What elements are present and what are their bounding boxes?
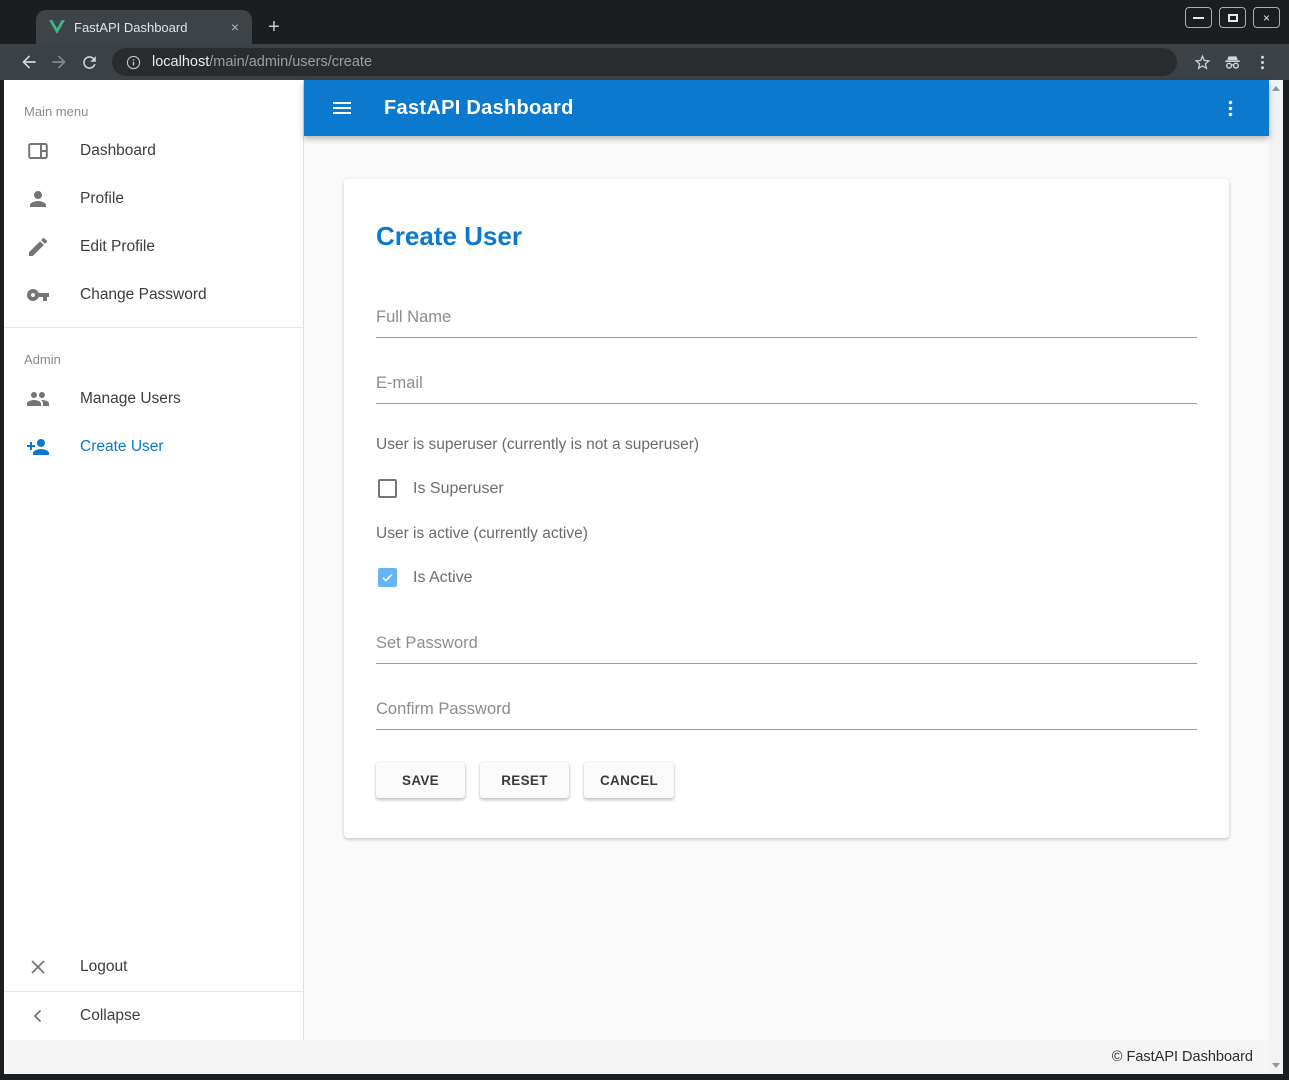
is-active-checkbox-row[interactable]: Is Active — [378, 568, 1197, 587]
sidebar-item-edit-profile[interactable]: Edit Profile — [4, 223, 303, 271]
incognito-icon — [1217, 48, 1247, 76]
vue-logo-icon — [49, 20, 65, 34]
back-button[interactable] — [14, 48, 44, 76]
checkmark-icon — [380, 570, 395, 585]
main-area: FastAPI Dashboard Create User User is su… — [304, 80, 1269, 1040]
is-superuser-checkbox[interactable] — [378, 479, 397, 498]
url-path: /main/admin/users/create — [209, 54, 372, 70]
sidebar-item-label: Create User — [80, 438, 164, 456]
sidebar-item-label: Edit Profile — [80, 238, 155, 256]
confirm-password-input[interactable] — [376, 696, 1197, 730]
sidebar-item-label: Change Password — [80, 286, 207, 304]
app-title: FastAPI Dashboard — [384, 97, 574, 120]
app-footer: © FastAPI Dashboard — [4, 1040, 1283, 1074]
scroll-up-arrow-icon[interactable] — [1272, 86, 1280, 91]
chevron-left-icon — [26, 1004, 50, 1028]
browser-menu-icon[interactable] — [1247, 48, 1277, 76]
maximize-icon — [1228, 14, 1238, 22]
people-icon — [26, 387, 50, 411]
is-superuser-checkbox-row[interactable]: Is Superuser — [378, 479, 1197, 498]
site-info-icon[interactable] — [125, 54, 142, 71]
sidebar: Main menu Dashboard Profile — [4, 80, 304, 1040]
key-icon — [26, 283, 50, 307]
create-user-card: Create User User is superuser (currently… — [344, 179, 1229, 838]
sidebar-spacer — [4, 471, 303, 943]
set-password-input[interactable] — [376, 630, 1197, 664]
email-input[interactable] — [376, 370, 1197, 404]
sidebar-item-dashboard[interactable]: Dashboard — [4, 127, 303, 175]
footer-copyright: © FastAPI Dashboard — [1112, 1049, 1253, 1065]
sidebar-item-label: Logout — [80, 958, 127, 976]
scroll-down-arrow-icon[interactable] — [1272, 1063, 1280, 1068]
form-actions: SAVE RESET CANCEL — [376, 762, 1197, 798]
window-minimize-button[interactable] — [1185, 7, 1212, 28]
cancel-button[interactable]: CANCEL — [584, 762, 674, 798]
sidebar-item-label: Manage Users — [80, 390, 181, 408]
active-hint: User is active (currently active) — [376, 525, 1197, 543]
superuser-hint: User is superuser (currently is not a su… — [376, 436, 1197, 454]
is-active-checkbox[interactable] — [378, 568, 397, 587]
person-icon — [26, 187, 50, 211]
is-superuser-label: Is Superuser — [413, 480, 504, 498]
spacer — [376, 614, 1197, 630]
page-content: Main menu Dashboard Profile — [4, 80, 1283, 1074]
page-body: Create User User is superuser (currently… — [304, 136, 1269, 1040]
sidebar-caption-admin: Admin — [4, 328, 303, 375]
sidebar-caption-main-menu: Main menu — [4, 80, 303, 127]
new-tab-button[interactable]: + — [261, 15, 287, 41]
app-menu-kebab-icon[interactable] — [1220, 98, 1241, 119]
sidebar-item-profile[interactable]: Profile — [4, 175, 303, 223]
tab-close-icon[interactable]: × — [226, 18, 244, 36]
browser-tab[interactable]: FastAPI Dashboard × — [36, 10, 252, 44]
pencil-icon — [26, 235, 50, 259]
minimize-icon — [1193, 17, 1204, 19]
sidebar-item-label: Dashboard — [80, 142, 156, 160]
confirm-password-field-wrapper — [376, 696, 1197, 730]
set-password-field-wrapper — [376, 630, 1197, 664]
reset-button[interactable]: RESET — [480, 762, 569, 798]
address-bar[interactable]: localhost/main/admin/users/create — [112, 48, 1177, 76]
browser-toolbar: localhost/main/admin/users/create — [0, 44, 1289, 80]
sidebar-item-collapse[interactable]: Collapse — [4, 992, 303, 1040]
hamburger-menu-icon[interactable] — [330, 96, 354, 120]
save-button[interactable]: SAVE — [376, 762, 465, 798]
sidebar-item-label: Collapse — [80, 1007, 140, 1025]
tab-title: FastAPI Dashboard — [74, 20, 217, 35]
sidebar-item-create-user[interactable]: Create User — [4, 423, 303, 471]
window-close-button[interactable]: × — [1253, 7, 1280, 28]
sidebar-item-label: Profile — [80, 190, 124, 208]
is-active-label: Is Active — [413, 569, 473, 587]
full-name-field-wrapper — [376, 304, 1197, 338]
page-scrollbar[interactable] — [1269, 80, 1283, 1074]
sidebar-item-logout[interactable]: Logout — [4, 943, 303, 991]
person-add-icon — [26, 435, 50, 459]
reload-button[interactable] — [74, 48, 104, 76]
window-maximize-button[interactable] — [1219, 7, 1246, 28]
sidebar-item-manage-users[interactable]: Manage Users — [4, 375, 303, 423]
url-host: localhost — [152, 54, 209, 70]
close-x-icon — [26, 955, 50, 979]
browser-titlebar: FastAPI Dashboard × + × — [0, 0, 1289, 44]
page-title: Create User — [376, 221, 1197, 252]
bookmark-star-icon[interactable] — [1187, 48, 1217, 76]
sidebar-item-change-password[interactable]: Change Password — [4, 271, 303, 319]
window-controls: × — [1185, 7, 1280, 28]
email-field-wrapper — [376, 370, 1197, 404]
full-name-input[interactable] — [376, 304, 1197, 338]
app-header: FastAPI Dashboard — [304, 80, 1269, 136]
forward-button[interactable] — [44, 48, 74, 76]
dashboard-icon — [26, 139, 50, 163]
url-text: localhost/main/admin/users/create — [152, 54, 372, 70]
